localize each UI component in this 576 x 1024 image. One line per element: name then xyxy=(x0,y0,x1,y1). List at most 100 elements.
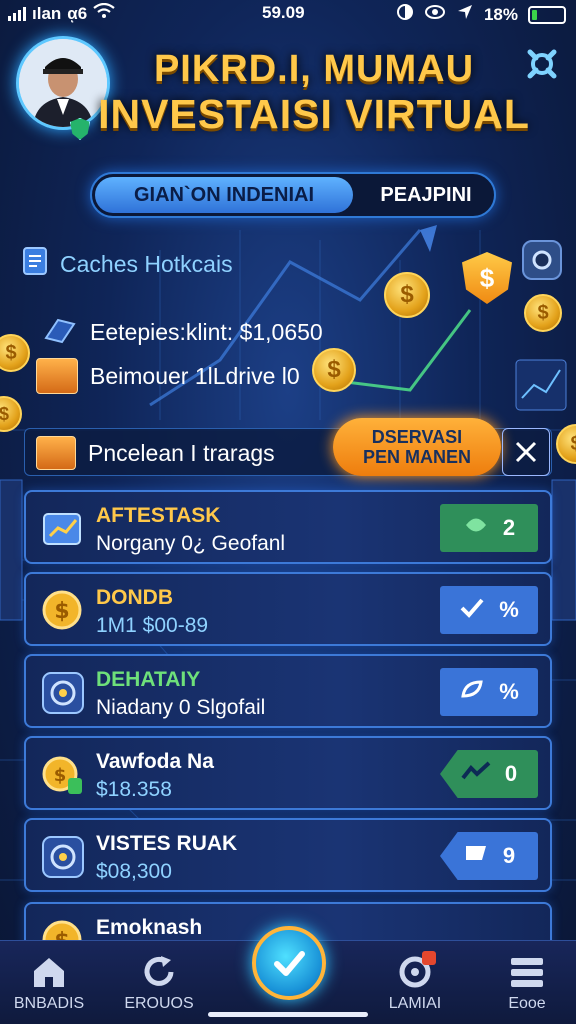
info-heading: Caches Hotkcais xyxy=(22,246,233,282)
mode-toggle: GIAN`ON INDENIAI PEAJPINI xyxy=(90,172,496,218)
coin-icon: $ xyxy=(312,348,356,392)
flag-icon xyxy=(463,842,489,870)
carrier-label: ılan xyxy=(32,3,62,23)
svg-text:$: $ xyxy=(54,599,69,624)
coin-stack-icon: $ xyxy=(40,752,86,798)
close-icon[interactable] xyxy=(502,428,550,476)
coin-icon: $ xyxy=(0,396,22,432)
reservasi-button-line-2: PEN MANEN xyxy=(362,447,471,467)
toggle-option-b[interactable]: PEAJPINI xyxy=(362,177,490,213)
battery-icon xyxy=(528,5,566,24)
reservasi-button[interactable]: DSERVASI PEN MANEN xyxy=(333,418,501,476)
globe-icon xyxy=(40,834,86,880)
cube-icon xyxy=(40,312,78,352)
investment-card[interactable]: $ DONDB 1M1 $00-89% xyxy=(24,572,552,646)
info-line-1-text: Eetepies:klint: $1,0650 xyxy=(90,318,323,345)
verified-shield-icon xyxy=(70,118,90,140)
info-line-2: Beimouer 1lLdrive l0 xyxy=(36,358,300,394)
info-line-1: Eetepies:klint: $1,0650 xyxy=(40,312,323,352)
leaf-icon xyxy=(459,678,485,706)
coin-icon: $ xyxy=(0,334,30,372)
status-right: 18% xyxy=(396,3,566,26)
investment-card[interactable]: VISTES RUAK $08,300 9 xyxy=(24,818,552,892)
card-subtitle: 1M1 $00-89 xyxy=(96,614,209,637)
smile-icon xyxy=(463,514,489,542)
coin-icon: $ xyxy=(40,588,86,634)
investment-card[interactable]: $ Vawfoda Na $18.358 0 xyxy=(24,736,552,810)
card-subtitle: Niadany 0 Slgofail xyxy=(96,696,266,719)
card-action-button[interactable]: 0 xyxy=(440,750,538,798)
info-line-3: Pncelean I trarags xyxy=(36,436,275,470)
chart-arrow-icon xyxy=(461,760,491,788)
card-subtitle: $08,300 xyxy=(96,860,172,883)
page-title: PIKRD.I, MUMAU INVESTAISI VIRTUAL xyxy=(96,48,532,138)
battery-fill xyxy=(532,9,538,20)
nav-label-home: BNBADIS xyxy=(13,995,85,1012)
camera-icon xyxy=(522,240,562,280)
chart-folder-icon xyxy=(40,506,86,552)
coin-icon: $ xyxy=(524,294,562,332)
status-bar: ılan ᾳ6 59.09 18% xyxy=(0,0,576,28)
card-action-label: 9 xyxy=(502,843,516,868)
card-title: Emoknash xyxy=(96,916,203,939)
investment-card[interactable]: DEHATAIY Niadany 0 Slgofail% xyxy=(24,654,552,728)
card-action-label: % xyxy=(499,597,519,622)
info-heading-text: Caches Hotkcais xyxy=(60,250,233,277)
confirm-fab-button[interactable] xyxy=(252,926,326,1000)
nav-item-refresh[interactable]: EROUOS xyxy=(114,953,204,1013)
card-action-label: 0 xyxy=(504,761,518,786)
clock: 59.09 xyxy=(262,3,305,22)
status-left: ılan ᾳ6 xyxy=(8,2,115,24)
nav-item-menu[interactable]: Eooe xyxy=(482,953,572,1013)
info-line-3-text: Pncelean I trarags xyxy=(88,439,275,466)
location-arrow-icon xyxy=(456,3,474,26)
investment-card[interactable]: AFTESTASK Norgany 0¿ Geofanl 2 xyxy=(24,490,552,564)
info-line-2-text: Beimouer 1lLdrive l0 xyxy=(90,362,300,389)
svg-text:$: $ xyxy=(54,765,67,786)
coin-icon: $ xyxy=(384,272,430,318)
check-icon xyxy=(274,951,305,976)
card-action-button[interactable]: % xyxy=(440,668,538,716)
menu-icon xyxy=(482,953,572,991)
coin-icon: $ xyxy=(556,424,576,464)
box-icon xyxy=(36,358,78,394)
title-line-2: INVESTAISI VIRTUAL xyxy=(98,91,530,137)
check-icon xyxy=(459,596,485,624)
nav-item-location[interactable]: LAMIAI xyxy=(370,951,460,1013)
home-icon xyxy=(4,953,94,991)
card-action-label: % xyxy=(499,679,519,704)
user-avatar-icon xyxy=(19,39,107,127)
nav-label-menu: Eooe xyxy=(508,995,546,1012)
card-title: VISTES RUAK xyxy=(96,832,238,855)
card-action-button[interactable]: % xyxy=(440,586,538,634)
globe-icon xyxy=(40,670,86,716)
wifi-icon xyxy=(93,2,115,24)
card-action-label: 2 xyxy=(502,515,516,540)
card-title: DONDB xyxy=(96,586,173,609)
document-icon xyxy=(22,246,48,282)
notification-dot xyxy=(422,951,436,965)
signal-icon xyxy=(8,6,26,21)
network-label: ᾳ6 xyxy=(67,3,88,23)
location-icon xyxy=(370,951,460,991)
card-title: DEHATAIY xyxy=(96,668,201,691)
box-icon xyxy=(36,436,76,470)
card-title: Vawfoda Na xyxy=(96,750,214,773)
nav-label-refresh: EROUOS xyxy=(124,995,194,1012)
nav-label-location: LAMIAI xyxy=(388,995,442,1012)
refresh-icon xyxy=(114,953,204,991)
home-indicator xyxy=(208,1012,368,1017)
card-action-button[interactable]: 2 xyxy=(440,504,538,552)
card-subtitle: Norgany 0¿ Geofanl xyxy=(96,532,286,555)
card-action-button[interactable]: 9 xyxy=(440,832,538,880)
nav-item-home[interactable]: BNBADIS xyxy=(4,953,94,1013)
card-title: AFTESTASK xyxy=(96,504,221,527)
reservasi-button-line-1: DSERVASI xyxy=(371,427,463,447)
toggle-option-a[interactable]: GIAN`ON INDENIAI xyxy=(95,177,353,213)
title-line-1: PIKRD.I, MUMAU xyxy=(153,48,475,90)
card-subtitle: $18.358 xyxy=(96,778,172,801)
circle-half-icon xyxy=(396,3,414,26)
eye-icon xyxy=(424,3,446,26)
gear-icon[interactable] xyxy=(522,44,562,84)
dollar-shield-icon: $ xyxy=(462,252,512,304)
